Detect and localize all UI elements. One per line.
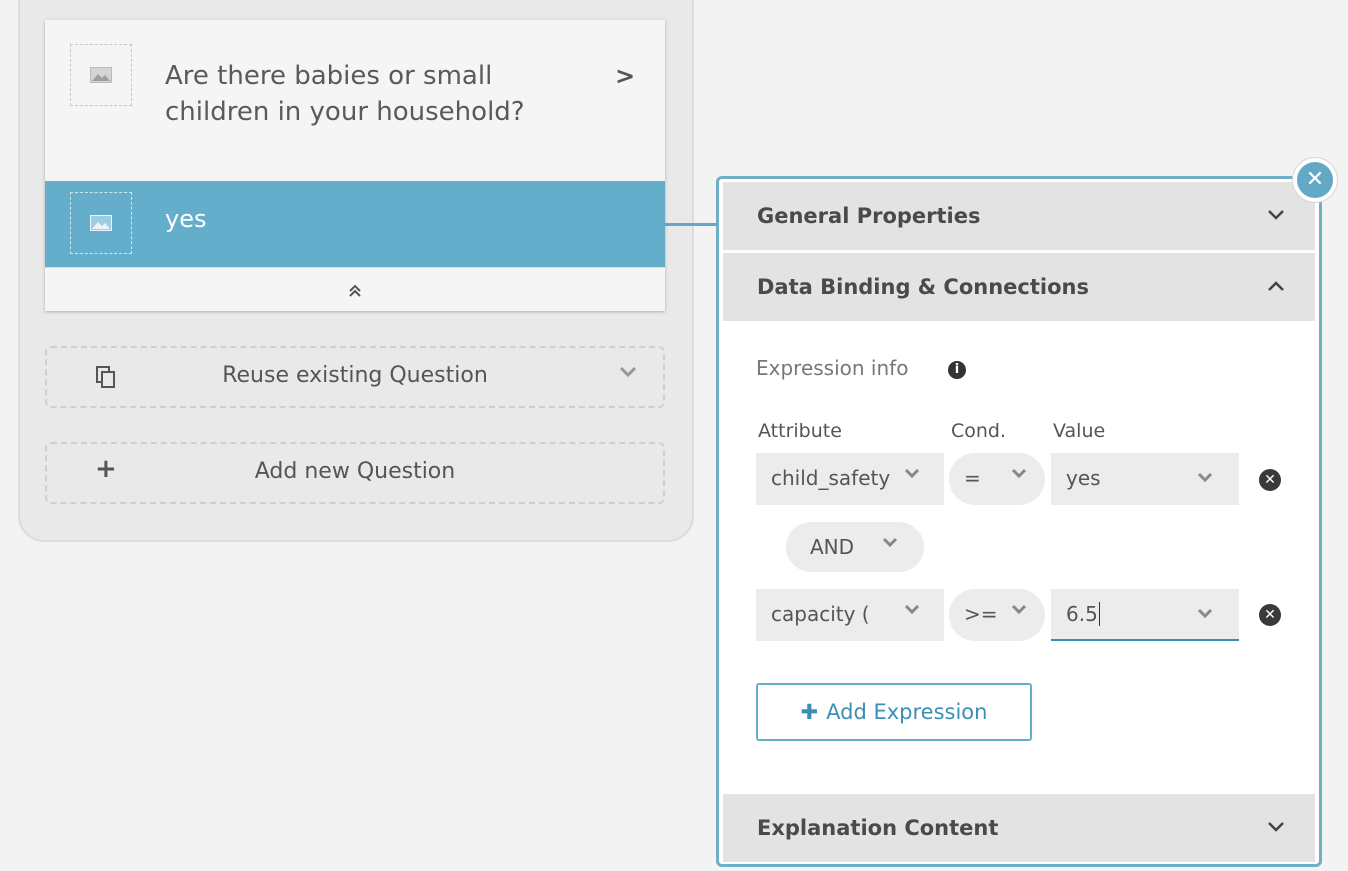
answer-panel-connector <box>665 223 720 226</box>
value-text: yes <box>1066 466 1101 490</box>
plus-icon: ✚ <box>800 700 819 724</box>
section-data-binding[interactable]: Data Binding & Connections <box>723 253 1315 321</box>
image-icon <box>90 215 112 231</box>
chevron-right-icon[interactable]: > <box>615 62 635 90</box>
value-column-header: Value <box>1053 420 1106 442</box>
logical-connector-select[interactable]: AND <box>786 522 924 572</box>
remove-expression-button[interactable]: ✕ <box>1259 469 1281 491</box>
image-icon <box>90 67 112 83</box>
chevron-down-icon <box>882 534 898 553</box>
condition-select[interactable]: = <box>949 453 1045 505</box>
chevron-down-icon <box>1267 202 1285 226</box>
connector-value: AND <box>810 535 855 559</box>
section-general-properties[interactable]: General Properties <box>723 182 1315 250</box>
info-icon[interactable]: i <box>948 361 966 379</box>
cond-column-header: Cond. <box>951 420 1007 442</box>
remove-expression-button[interactable]: ✕ <box>1259 604 1281 626</box>
reuse-existing-question-button[interactable]: Reuse existing Question <box>45 346 665 408</box>
double-chevron-up-icon[interactable] <box>45 267 665 312</box>
reuse-label: Reuse existing Question <box>222 363 488 388</box>
section-title: General Properties <box>757 204 981 228</box>
chevron-up-icon <box>1267 273 1285 297</box>
add-question-label: Add new Question <box>254 459 456 484</box>
chevron-down-icon <box>1197 465 1213 489</box>
attribute-column-header: Attribute <box>758 420 842 442</box>
condition-value: >= <box>964 602 998 626</box>
add-expression-button[interactable]: ✚ Add Expression <box>756 683 1032 741</box>
attribute-value: capacity ( <box>771 602 870 626</box>
expression-info-label: Expression info <box>756 356 909 380</box>
question-image-placeholder[interactable] <box>70 44 132 106</box>
value-select[interactable]: yes <box>1051 453 1239 505</box>
chevron-down-icon <box>904 465 920 484</box>
answer-image-placeholder[interactable] <box>70 192 132 254</box>
chevron-down-icon[interactable] <box>619 362 637 383</box>
section-explanation-content[interactable]: Explanation Content <box>723 794 1315 862</box>
add-new-question-button[interactable]: + Add new Question <box>45 442 665 504</box>
chevron-down-icon <box>1267 814 1285 838</box>
attribute-select[interactable]: capacity ( <box>756 589 944 641</box>
chevron-down-icon <box>1197 601 1213 625</box>
value-input[interactable]: 6.5 <box>1051 589 1239 641</box>
chevron-down-icon <box>1011 465 1027 484</box>
chevron-down-icon <box>904 601 920 620</box>
value-text: 6.5 <box>1066 602 1100 626</box>
chevron-down-icon <box>1011 601 1027 620</box>
question-text[interactable]: Are there babies or small children in yo… <box>165 58 585 130</box>
condition-select[interactable]: >= <box>949 589 1045 641</box>
question-card: Are there babies or small children in yo… <box>45 20 665 311</box>
section-title: Explanation Content <box>757 816 999 840</box>
close-panel-button[interactable]: ✕ <box>1292 157 1338 203</box>
add-expression-label: Add Expression <box>826 700 988 724</box>
close-icon: ✕ <box>1297 162 1333 198</box>
attribute-select[interactable]: child_safety <box>756 453 944 505</box>
answer-row-selected[interactable]: yes <box>45 181 665 267</box>
condition-value: = <box>964 466 981 490</box>
section-title: Data Binding & Connections <box>757 275 1089 299</box>
attribute-value: child_safety <box>771 466 891 490</box>
answer-label: yes <box>165 205 207 233</box>
